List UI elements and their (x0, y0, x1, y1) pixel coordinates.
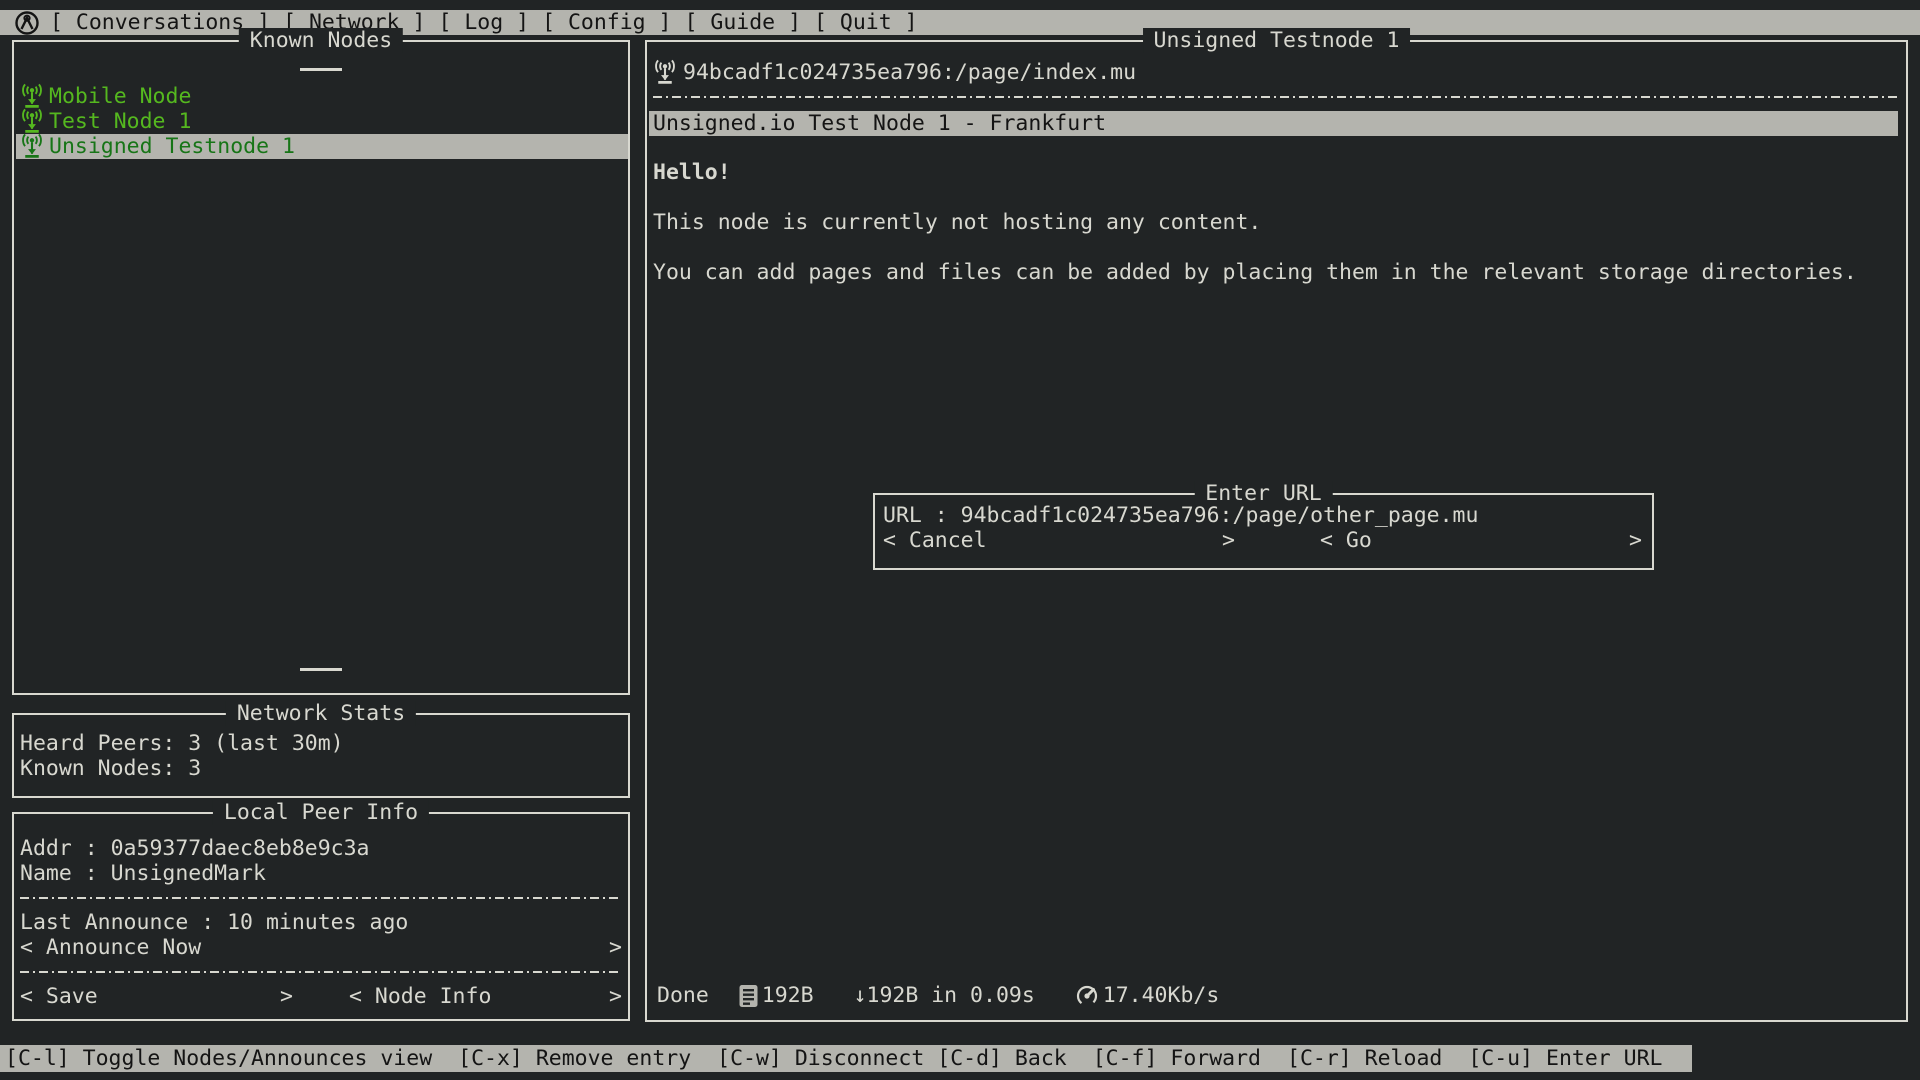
browser-status-line: Done 192B ↓192B in 0.09s 17.40 (657, 983, 1219, 1008)
status-page-size: 192B (762, 983, 814, 1008)
button-left-bracket: < (1320, 528, 1333, 553)
node-antenna-icon (20, 83, 44, 110)
scrollbar-top-indicator (300, 68, 342, 71)
name-label: Name : (20, 861, 111, 886)
page-body-line: You can add pages and files can be added… (653, 260, 1906, 285)
button-left-bracket: < (20, 984, 33, 1009)
node-list-item[interactable]: Test Node 1 (16, 109, 628, 134)
node-label: Test Node 1 (49, 109, 191, 134)
name-value: UnsignedMark (111, 861, 266, 886)
node-info-button[interactable]: < Node Info > (349, 984, 622, 1009)
announce-now-label: Announce Now (33, 935, 201, 960)
menu-item-log[interactable]: [ Log ] (438, 10, 529, 35)
button-left-bracket: < (20, 935, 33, 960)
url-field-label: URL : (883, 503, 961, 528)
url-field[interactable]: URL : 94bcadf1c024735ea796:/page/other_p… (883, 503, 1652, 528)
save-button[interactable]: < Save > (20, 984, 293, 1009)
current-url: 94bcadf1c024735ea796:/page/index.mu (683, 60, 1136, 85)
announce-now-button[interactable]: < Announce Now > (20, 935, 622, 960)
cancel-button[interactable]: < Cancel > (883, 528, 1235, 553)
node-label: Mobile Node (49, 84, 191, 109)
shortcut-reload: [C-r] Reload (1287, 1046, 1442, 1071)
nomadnet-terminal: [ Conversations ] [ Network ] [ Log ] [ … (0, 0, 1920, 1080)
enter-url-dialog: Enter URL URL : 94bcadf1c024735ea796:/pa… (873, 493, 1654, 570)
shortcut-help-bar: [C-l] Toggle Nodes/Announces view [C-x] … (0, 1045, 1692, 1072)
last-announce-value: 10 minutes ago (227, 910, 408, 935)
status-speed: 17.40Kb/s (1103, 983, 1220, 1008)
menu-item-conversations[interactable]: [ Conversations ] (50, 10, 270, 35)
page-heading-bar: Unsigned.io Test Node 1 - Frankfurt (649, 111, 1898, 136)
network-stats-title: Network Stats (226, 701, 416, 726)
shortcut-disconnect: [C-w] Disconnect (717, 1046, 924, 1071)
go-label: Go (1333, 528, 1372, 553)
status-transfer: ↓192B in 0.09s (854, 983, 1035, 1008)
cancel-label: Cancel (896, 528, 987, 553)
button-left-bracket: < (883, 528, 896, 553)
node-antenna-icon (20, 108, 44, 135)
local-peer-info-panel: Local Peer Info Addr : 0a59377daec8eb8e9… (12, 812, 630, 1021)
speedometer-icon (1075, 984, 1099, 1008)
known-nodes-stat: Known Nodes: 3 (14, 756, 628, 781)
go-button[interactable]: < Go > (1320, 528, 1642, 553)
page-body-line: This node is currently not hosting any c… (653, 210, 1906, 235)
page-greeting: Hello! (653, 160, 1906, 185)
scrollbar-bottom-indicator (300, 668, 342, 671)
button-right-bracket: > (1222, 528, 1235, 553)
known-nodes-title: Known Nodes (239, 28, 403, 53)
address-row: 94bcadf1c024735ea796:/page/index.mu (653, 60, 1906, 85)
divider (653, 96, 1900, 98)
url-input[interactable]: 94bcadf1c024735ea796:/page/other_page.mu (961, 503, 1479, 528)
menu-item-quit[interactable]: [ Quit ] (814, 10, 918, 35)
last-announce-line: Last Announce : 10 minutes ago (14, 910, 628, 935)
node-list-item-selected[interactable]: Unsigned Testnode 1 (16, 134, 628, 159)
addr-value: 0a59377daec8eb8e9c3a (111, 836, 370, 861)
shortcut-forward: [C-f] Forward (1093, 1046, 1261, 1071)
browser-title: Unsigned Testnode 1 (1143, 28, 1411, 53)
local-peer-info-title: Local Peer Info (213, 800, 429, 825)
save-label: Save (33, 984, 98, 1009)
enter-url-dialog-title: Enter URL (1194, 481, 1333, 506)
document-icon (739, 984, 758, 1008)
button-right-bracket: > (1629, 528, 1642, 553)
node-antenna-icon (20, 133, 44, 160)
node-list: Mobile Node Test Node 1 Unsigned Testnod… (14, 84, 628, 159)
nomadnet-logo-icon (14, 10, 40, 36)
button-right-bracket: > (609, 935, 622, 960)
shortcut-enter-url: [C-u] Enter URL (1468, 1046, 1662, 1071)
known-nodes-panel: Known Nodes Mobile Node Test Node 1 Unsi… (12, 40, 630, 695)
button-right-bracket: > (280, 984, 293, 1009)
node-list-item[interactable]: Mobile Node (16, 84, 628, 109)
shortcut-remove-entry: [C-x] Remove entry (458, 1046, 691, 1071)
peer-address-line: Addr : 0a59377daec8eb8e9c3a (14, 836, 628, 861)
addr-label: Addr : (20, 836, 111, 861)
node-browser-panel: Unsigned Testnode 1 94bcadf1c024735ea796… (645, 40, 1908, 1022)
node-antenna-icon (653, 59, 677, 86)
network-stats-panel: Network Stats Heard Peers: 3 (last 30m) … (12, 713, 630, 798)
divider (20, 897, 622, 899)
heard-peers-stat: Heard Peers: 3 (last 30m) (14, 731, 628, 756)
button-left-bracket: < (349, 984, 362, 1009)
node-label: Unsigned Testnode 1 (49, 134, 295, 159)
last-announce-label: Last Announce : (20, 910, 227, 935)
node-info-label: Node Info (362, 984, 491, 1009)
divider (20, 971, 622, 973)
menu-item-guide[interactable]: [ Guide ] (685, 10, 802, 35)
shortcut-back: [C-d] Back (937, 1046, 1066, 1071)
menu-item-config[interactable]: [ Config ] (542, 10, 671, 35)
status-state: Done (657, 983, 709, 1008)
button-right-bracket: > (609, 984, 622, 1009)
peer-name-line: Name : UnsignedMark (14, 861, 628, 886)
shortcut-toggle-view: [C-l] Toggle Nodes/Announces view (5, 1046, 432, 1071)
